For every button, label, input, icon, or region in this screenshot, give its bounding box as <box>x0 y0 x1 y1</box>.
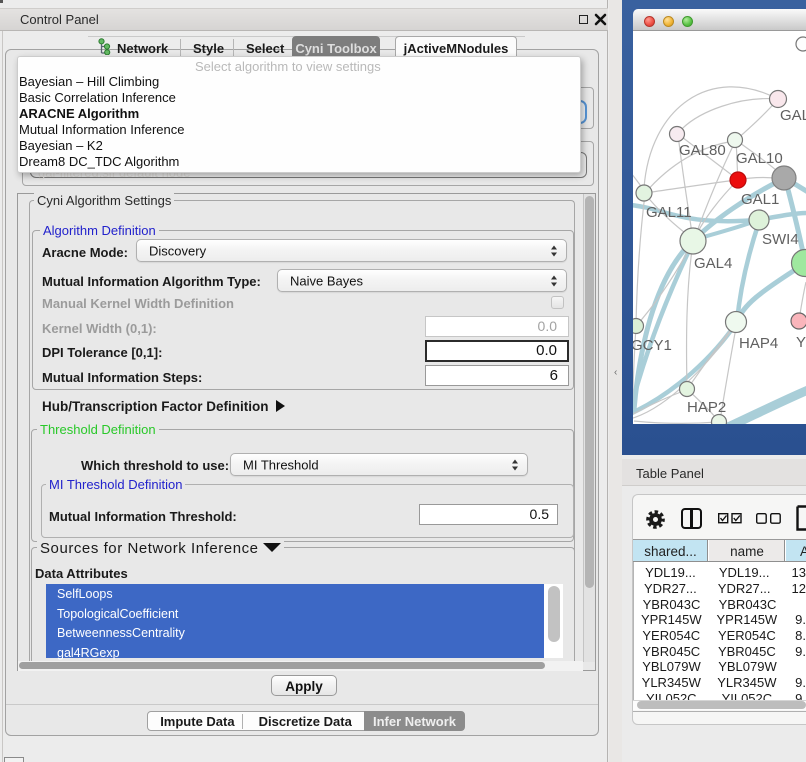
svg-text:GAL1: GAL1 <box>741 191 779 208</box>
svg-text:GAL4: GAL4 <box>694 255 732 272</box>
svg-text:GAL11: GAL11 <box>646 204 692 221</box>
svg-text:GCY1: GCY1 <box>633 337 672 354</box>
svg-text:HAP2: HAP2 <box>687 399 726 416</box>
svg-text:GAL80: GAL80 <box>679 142 726 159</box>
svg-text:GAL10: GAL10 <box>736 150 783 167</box>
svg-text:GAL: GAL <box>780 107 806 124</box>
svg-text:Y: Y <box>796 334 806 351</box>
svg-text:SWI4: SWI4 <box>762 231 799 248</box>
svg-text:HAP4: HAP4 <box>739 335 778 352</box>
